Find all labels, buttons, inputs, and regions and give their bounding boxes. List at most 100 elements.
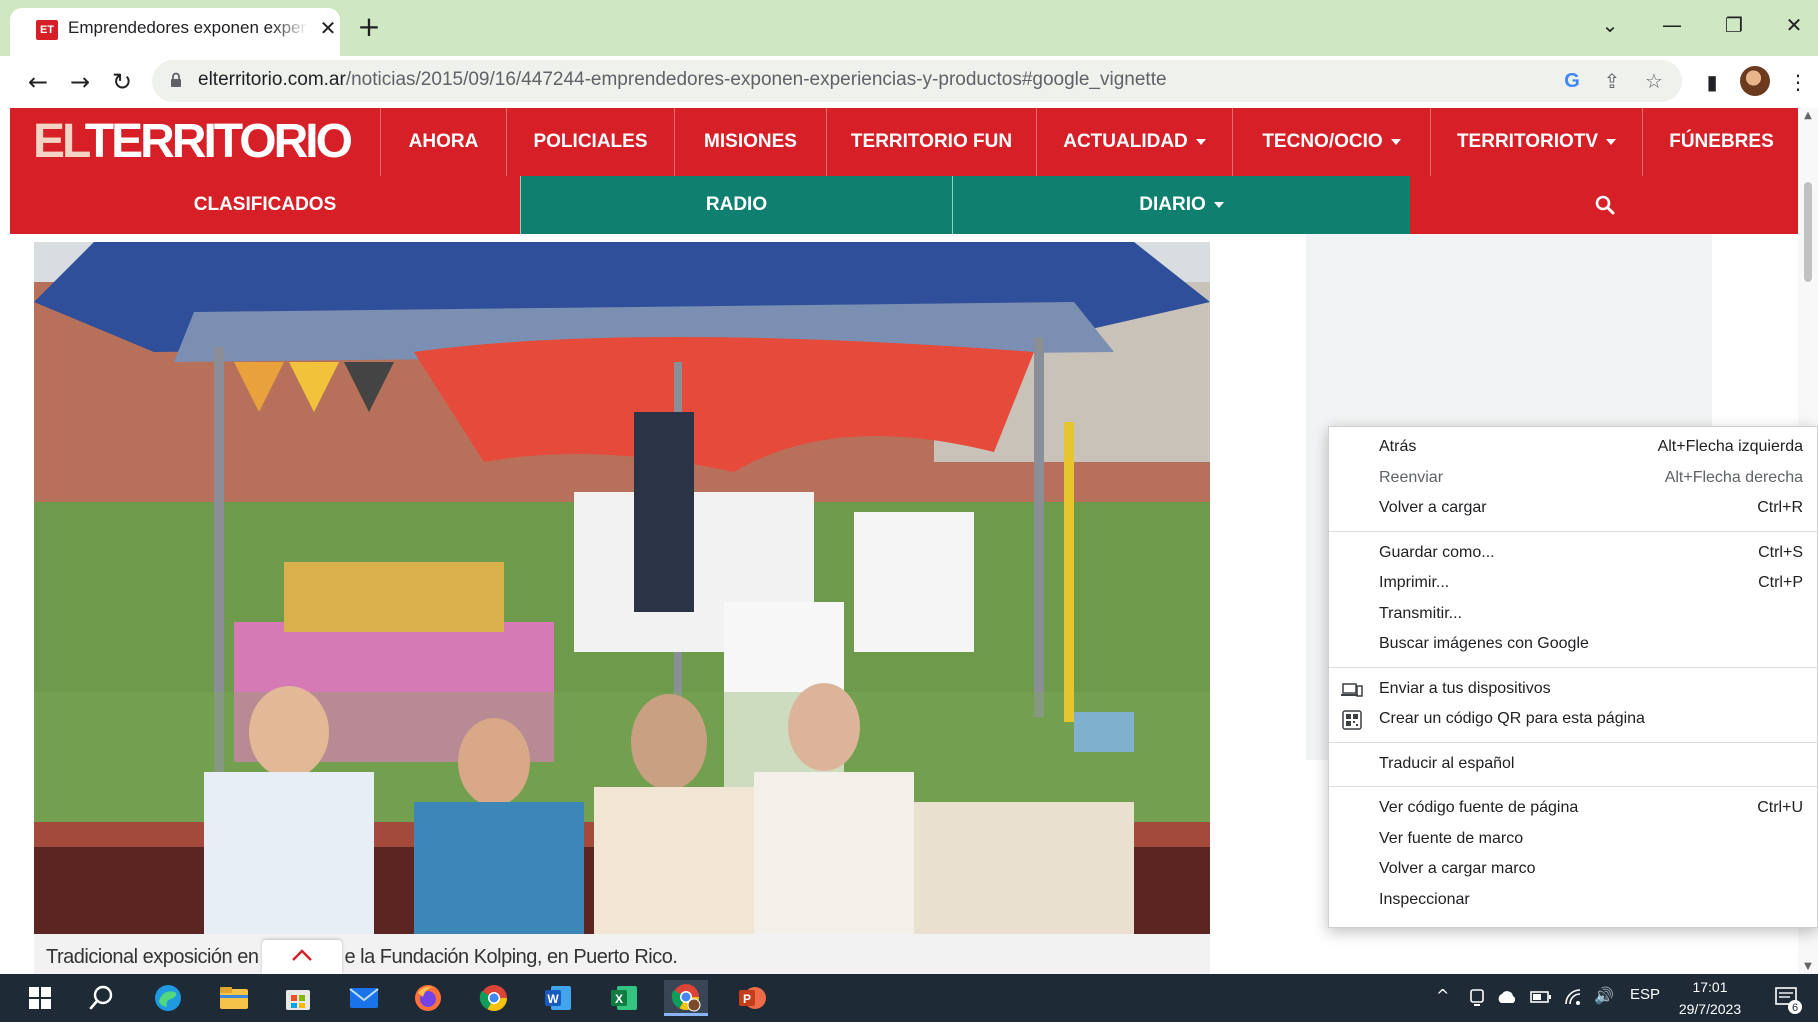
context-menu-item[interactable]: Transmitir... (1329, 600, 1818, 630)
context-menu-item[interactable]: Imprimir... Ctrl+P (1329, 569, 1818, 599)
nav-misiones[interactable]: MISIONES (674, 108, 826, 176)
taskbar-store[interactable] (276, 980, 320, 1016)
nav-ahora[interactable]: AHORA (380, 108, 506, 176)
tray-overflow-chevron-icon[interactable]: ^ (1436, 986, 1449, 1005)
reload-button[interactable]: ↻ (106, 66, 138, 98)
menu-item-label: Traducir al español (1379, 754, 1515, 772)
minimize-button[interactable]: — (1652, 10, 1692, 40)
search-icon (1595, 195, 1615, 215)
notification-icon: 6 (1775, 987, 1802, 1014)
menu-item-label: Ver código fuente de página (1379, 799, 1579, 816)
forward-button[interactable]: → (64, 66, 96, 98)
taskbar-chrome[interactable] (472, 980, 516, 1016)
taskbar-chrome-profile[interactable] (664, 980, 708, 1016)
scrollbar-thumb[interactable] (1804, 182, 1812, 282)
side-panel-icon[interactable]: ▮ (1696, 66, 1728, 98)
nav-actualidad[interactable]: ACTUALIDAD (1036, 108, 1232, 176)
share-icon[interactable]: ⇪ (1598, 67, 1626, 95)
context-menu-item[interactable]: Volver a cargar Ctrl+R (1329, 494, 1818, 524)
taskbar-edge[interactable] (146, 980, 190, 1016)
scroll-down-arrow-icon[interactable]: ▼ (1802, 961, 1814, 972)
windows-start-icon (29, 987, 51, 1009)
nav-clasificados[interactable]: CLASIFICADOS (10, 176, 520, 234)
taskbar-powerpoint[interactable]: P (730, 980, 774, 1016)
nav-clasificados-label: CLASIFICADOS (193, 194, 337, 215)
onedrive-cloud-icon[interactable] (1496, 990, 1518, 1004)
volume-icon[interactable]: 🔊 (1594, 986, 1614, 1005)
nav-tecno-ocio[interactable]: TECNO/OCIO (1232, 108, 1430, 176)
devices-icon (1341, 682, 1363, 697)
lock-icon[interactable] (170, 72, 182, 88)
back-button[interactable]: ← (22, 66, 54, 98)
context-menu-item[interactable]: Atrás Alt+Flecha izquierda (1329, 433, 1818, 463)
powerpoint-icon: P (739, 987, 766, 1009)
close-window-button[interactable]: ✕ (1774, 10, 1814, 40)
taskbar-firefox[interactable] (406, 980, 450, 1016)
wifi-icon[interactable] (1564, 988, 1584, 1006)
context-menu-item[interactable]: Traducir al español (1329, 750, 1818, 780)
site-logo[interactable]: ELTERRITORIO (10, 108, 380, 176)
nav-diario-label: DIARIO (1139, 194, 1206, 215)
tab-search-dropdown-icon[interactable]: ⌄ (1590, 10, 1630, 40)
context-menu-item[interactable]: Volver a cargar marco (1329, 855, 1818, 885)
tab-close-icon[interactable]: ✕ (316, 16, 340, 40)
context-menu-item[interactable]: Ver código fuente de página Ctrl+U (1329, 794, 1818, 824)
taskbar-word[interactable]: W (536, 980, 580, 1016)
nav-radio[interactable]: RADIO (520, 176, 952, 234)
excel-icon: X (611, 986, 637, 1010)
svg-text:W: W (547, 992, 559, 1006)
browser-tab[interactable]: ET Emprendedores exponen experiencias y … (10, 8, 340, 56)
context-menu-item[interactable]: Ver fuente de marco (1329, 825, 1818, 855)
address-bar[interactable]: elterritorio.com.ar/noticias/2015/09/16/… (152, 60, 1682, 102)
menu-item-shortcut: Ctrl+R (1757, 499, 1803, 516)
nav-funebres[interactable]: FÚNEBRES (1642, 108, 1800, 176)
context-menu-item[interactable]: Crear un código QR para esta página (1329, 705, 1818, 735)
nav-territoriotv[interactable]: TERRITORIOTV (1430, 108, 1642, 176)
notification-center-button[interactable]: 6 (1770, 982, 1804, 1016)
taskbar-file-explorer[interactable] (212, 980, 256, 1016)
taskbar-clock[interactable]: 17:01 29/7/2023 (1672, 976, 1748, 1020)
menu-item-label: Transmitir... (1379, 604, 1462, 622)
file-explorer-icon (220, 987, 248, 1009)
nav-diario[interactable]: DIARIO (952, 176, 1410, 234)
menu-item-label: Enviar a tus dispositivos (1379, 679, 1551, 697)
nav-misiones-label: MISIONES (704, 131, 797, 152)
profile-avatar[interactable] (1740, 66, 1770, 96)
battery-icon[interactable] (1530, 990, 1552, 1004)
windows-taskbar: W X P ^ 🔊 ESP 17:01 29/7/2023 6 (0, 974, 1818, 1022)
chevron-down-icon (1606, 138, 1617, 145)
chevron-down-icon (1213, 201, 1224, 208)
context-menu-item[interactable]: Reenviar Alt+Flecha derecha (1329, 464, 1818, 494)
url-host: elterritorio.com.ar (198, 69, 346, 90)
browser-toolbar: ← → ↻ elterritorio.com.ar/noticias/2015/… (0, 56, 1818, 108)
context-menu-item[interactable]: Guardar como... Ctrl+S (1329, 539, 1818, 569)
url-text[interactable]: elterritorio.com.ar/noticias/2015/09/16/… (198, 69, 1167, 91)
context-menu-item[interactable]: Buscar imágenes con Google (1329, 630, 1818, 660)
restore-button[interactable]: ❐ (1714, 10, 1754, 40)
context-menu-item[interactable]: Enviar a tus dispositivos (1329, 675, 1818, 705)
taskbar-mail[interactable] (342, 980, 386, 1016)
taskbar-search-button[interactable] (80, 980, 124, 1016)
chrome-menu-icon[interactable]: ⋮ (1782, 66, 1814, 98)
context-menu-item[interactable]: Inspeccionar (1329, 886, 1818, 916)
store-icon (286, 990, 310, 1010)
taskbar-excel[interactable]: X (602, 980, 646, 1016)
menu-separator (1329, 741, 1818, 743)
svg-text:P: P (743, 992, 751, 1006)
url-path: /noticias/2015/09/16/447244-emprendedore… (345, 69, 1167, 90)
meet-now-icon[interactable] (1468, 988, 1486, 1008)
menu-item-label: Guardar como... (1379, 543, 1495, 561)
nav-territorio-fun[interactable]: TERRITORIO FUN (826, 108, 1036, 176)
start-button[interactable] (18, 980, 62, 1016)
photo-caption: Tradicional exposición en e la Fundación … (34, 934, 1210, 974)
site-search-button[interactable] (1410, 176, 1800, 234)
nav-radio-label: RADIO (705, 194, 768, 215)
bookmark-star-icon[interactable]: ☆ (1640, 67, 1668, 95)
scroll-up-arrow-icon[interactable]: ▲ (1802, 110, 1814, 121)
article-photo[interactable] (34, 242, 1210, 934)
input-language-indicator[interactable]: ESP (1630, 986, 1660, 1003)
nav-policiales[interactable]: POLICIALES (506, 108, 674, 176)
scroll-to-top-button[interactable] (262, 940, 342, 974)
google-lens-icon[interactable]: G (1558, 67, 1586, 95)
new-tab-button[interactable]: + (354, 12, 384, 42)
